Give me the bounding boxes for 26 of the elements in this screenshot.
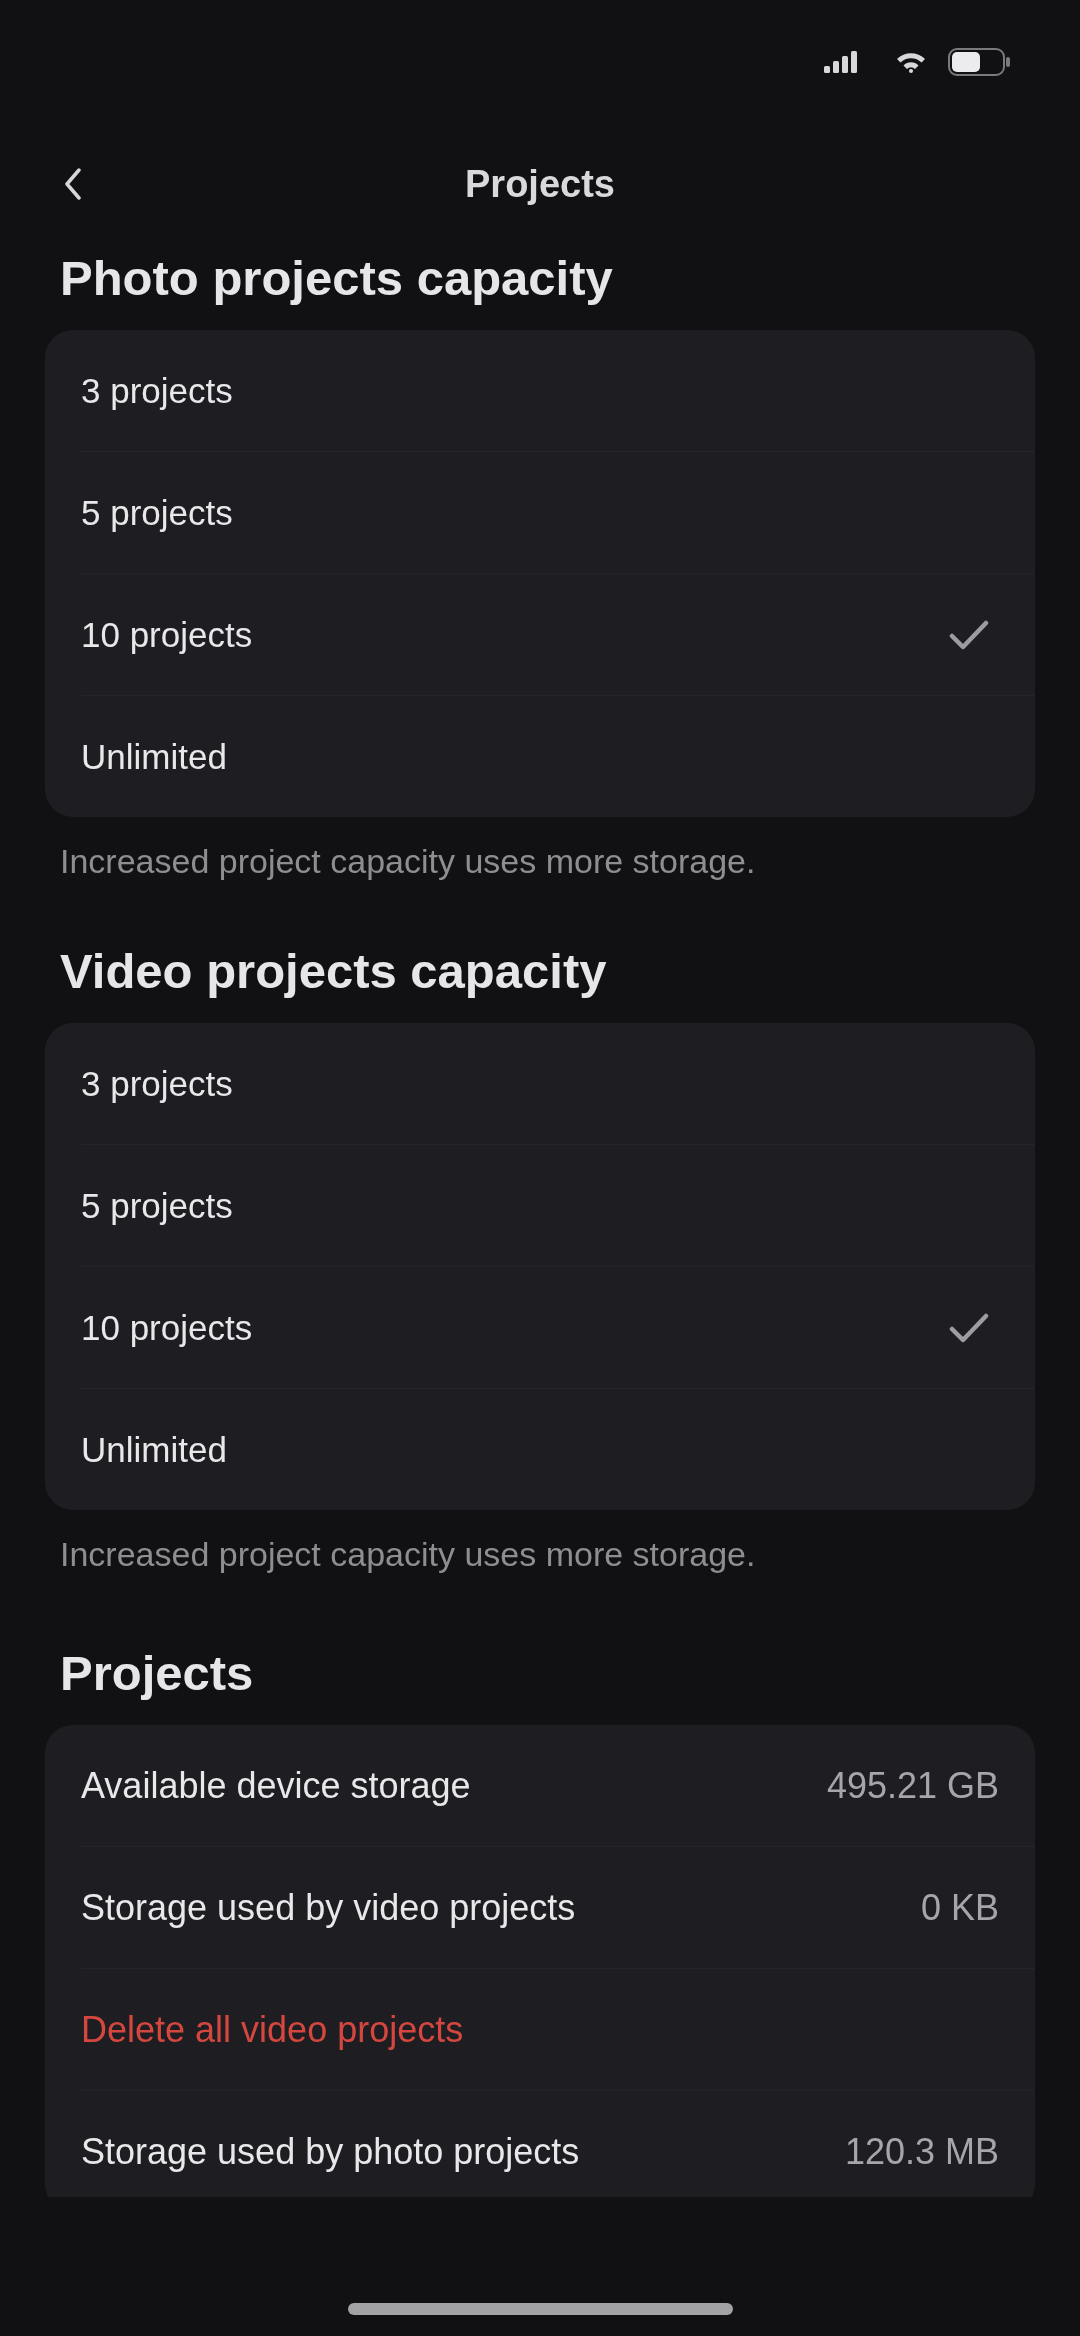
capacity-option[interactable]: 10 projects xyxy=(45,574,1035,695)
row-value: 0 KB xyxy=(920,1886,999,1929)
row-value: 120.3 MB xyxy=(844,2130,999,2173)
capacity-option[interactable]: 10 projects xyxy=(45,1267,1035,1388)
capacity-option[interactable]: Unlimited xyxy=(45,1389,1035,1510)
capacity-option[interactable]: 3 projects xyxy=(45,330,1035,451)
row-label: Storage used by photo projects xyxy=(81,2130,580,2173)
back-button[interactable] xyxy=(64,168,82,200)
screen-title: Projects xyxy=(465,162,615,206)
section-heading: Video projects capacity xyxy=(60,943,608,999)
signal-icon xyxy=(824,51,858,73)
capacity-option[interactable]: 5 projects xyxy=(45,1145,1035,1266)
battery-icon xyxy=(948,48,1010,76)
back-chevron-icon xyxy=(64,168,82,200)
delete-button[interactable]: Delete all video projects xyxy=(45,1969,1035,2090)
footnote-text: Increased project capacity uses more storage. xyxy=(60,1535,757,1573)
capacity-option[interactable]: 3 projects xyxy=(45,1023,1035,1144)
row-label: Storage used by video projects xyxy=(81,1886,576,1929)
capacity-option[interactable]: Unlimited xyxy=(45,696,1035,817)
row-label: Available device storage xyxy=(81,1764,471,1807)
capacity-option[interactable]: 5 projects xyxy=(45,452,1035,573)
row-value: 495.21 GB xyxy=(826,1764,999,1807)
section-heading: Photo projects capacity xyxy=(60,250,614,306)
section-heading: Projects xyxy=(60,1645,255,1701)
footnote-text: Increased project capacity uses more storage. xyxy=(60,842,757,880)
wifi-icon xyxy=(896,51,926,73)
